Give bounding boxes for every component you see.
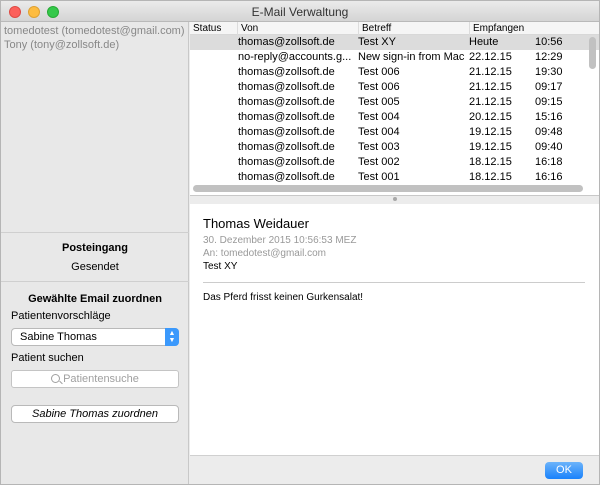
row-subject: Test 003 bbox=[358, 141, 400, 153]
search-icon bbox=[51, 374, 61, 383]
row-date: 18.12.15 bbox=[469, 156, 512, 168]
row-date: 22.12.15 bbox=[469, 51, 512, 63]
row-subject: Test 001 bbox=[358, 171, 400, 183]
row-from: thomas@zollsoft.de bbox=[238, 171, 335, 183]
table-horizontal-scrollbar[interactable] bbox=[193, 185, 583, 192]
row-date: Heute bbox=[469, 36, 499, 48]
table-row[interactable]: thomas@zollsoft.de Test 002 18.12.15 16:… bbox=[190, 155, 599, 170]
sidebar-divider bbox=[1, 232, 189, 233]
assign-section-title: Gewählte Email zuordnen bbox=[28, 293, 162, 305]
table-row[interactable]: thomas@zollsoft.de Test 004 20.12.15 15:… bbox=[190, 110, 599, 125]
row-date: 20.12.15 bbox=[469, 111, 512, 123]
assign-patient-button[interactable]: Sabine Thomas zuordnen bbox=[11, 405, 179, 423]
sidebar: tomedotest (tomedotest@gmail.com) Tony (… bbox=[1, 22, 189, 484]
row-time: 16:18 bbox=[535, 156, 563, 168]
row-time: 09:48 bbox=[535, 126, 563, 138]
row-date: 21.12.15 bbox=[469, 96, 512, 108]
title-bar: E-Mail Verwaltung bbox=[1, 1, 599, 22]
account-item-tony[interactable]: Tony (tony@zollsoft.de) bbox=[4, 39, 119, 51]
row-time: 19:30 bbox=[535, 66, 563, 78]
row-from: thomas@zollsoft.de bbox=[238, 126, 335, 138]
footer-bar: OK bbox=[190, 455, 599, 484]
table-header: Status Von Betreff Empfangen bbox=[190, 22, 599, 35]
row-time: 16:16 bbox=[535, 171, 563, 183]
row-from: thomas@zollsoft.de bbox=[238, 81, 335, 93]
row-subject: Test 006 bbox=[358, 66, 400, 78]
column-header-subject[interactable]: Betreff bbox=[358, 22, 469, 35]
email-table: Status Von Betreff Empfangen thomas@zoll… bbox=[190, 22, 599, 196]
row-subject: Test XY bbox=[358, 36, 396, 48]
row-time: 12:29 bbox=[535, 51, 563, 63]
row-date: 21.12.15 bbox=[469, 81, 512, 93]
row-subject: New sign-in from Mac bbox=[358, 51, 465, 63]
row-subject: Test 004 bbox=[358, 126, 400, 138]
row-date: 19.12.15 bbox=[469, 126, 512, 138]
sidebar-divider bbox=[1, 281, 189, 282]
row-subject: Test 006 bbox=[358, 81, 400, 93]
patient-search-input[interactable]: Patientensuche bbox=[11, 370, 179, 388]
row-time: 15:16 bbox=[535, 111, 563, 123]
row-from: no-reply@accounts.g... bbox=[238, 51, 352, 63]
ok-button[interactable]: OK bbox=[545, 462, 583, 479]
suggestions-label: Patientenvorschläge bbox=[11, 310, 111, 322]
column-header-status[interactable]: Status bbox=[190, 22, 237, 35]
row-subject: Test 004 bbox=[358, 111, 400, 123]
table-row[interactable]: thomas@zollsoft.de Test 006 21.12.15 19:… bbox=[190, 65, 599, 80]
preview-body: Das Pferd frisst keinen Gurkensalat! bbox=[203, 292, 364, 303]
row-time: 09:15 bbox=[535, 96, 563, 108]
table-row[interactable]: thomas@zollsoft.de Test 003 19.12.15 09:… bbox=[190, 140, 599, 155]
patient-search-placeholder: Patientensuche bbox=[63, 373, 139, 385]
row-date: 18.12.15 bbox=[469, 171, 512, 183]
row-from: thomas@zollsoft.de bbox=[238, 141, 335, 153]
preview-recipient: An: tomedotest@gmail.com bbox=[203, 248, 326, 259]
table-row[interactable]: thomas@zollsoft.de Test 006 21.12.15 09:… bbox=[190, 80, 599, 95]
row-date: 19.12.15 bbox=[469, 141, 512, 153]
preview-sender: Thomas Weidauer bbox=[203, 216, 309, 231]
row-subject: Test 002 bbox=[358, 156, 400, 168]
row-time: 09:17 bbox=[535, 81, 563, 93]
patient-suggestion-value: Sabine Thomas bbox=[20, 331, 97, 343]
row-from: thomas@zollsoft.de bbox=[238, 156, 335, 168]
folder-sent[interactable]: Gesendet bbox=[1, 261, 189, 273]
email-preview: Thomas Weidauer 30. Dezember 2015 10:56:… bbox=[190, 204, 599, 455]
table-row[interactable]: thomas@zollsoft.de Test XY Heute 10:56 bbox=[190, 35, 599, 50]
updown-chevron-icon: ▲ ▼ bbox=[165, 328, 179, 346]
row-subject: Test 005 bbox=[358, 96, 400, 108]
column-header-from[interactable]: Von bbox=[237, 22, 358, 35]
table-rows: thomas@zollsoft.de Test XY Heute 10:56 n… bbox=[190, 35, 599, 185]
account-item-tomedotest[interactable]: tomedotest (tomedotest@gmail.com) bbox=[4, 25, 185, 37]
row-from: thomas@zollsoft.de bbox=[238, 36, 335, 48]
table-vertical-scrollbar[interactable] bbox=[589, 37, 596, 69]
table-row[interactable]: no-reply@accounts.g... New sign-in from … bbox=[190, 50, 599, 65]
row-from: thomas@zollsoft.de bbox=[238, 66, 335, 78]
window-title: E-Mail Verwaltung bbox=[251, 5, 349, 19]
patient-suggestions-select[interactable]: Sabine Thomas ▲ ▼ bbox=[11, 328, 179, 346]
folder-inbox[interactable]: Posteingang bbox=[1, 242, 189, 254]
column-header-received[interactable]: Empfangen bbox=[469, 22, 599, 35]
row-from: thomas@zollsoft.de bbox=[238, 96, 335, 108]
row-from: thomas@zollsoft.de bbox=[238, 111, 335, 123]
preview-subject: Test XY bbox=[203, 261, 238, 272]
patient-search-label: Patient suchen bbox=[11, 352, 84, 364]
table-row[interactable]: thomas@zollsoft.de Test 004 19.12.15 09:… bbox=[190, 125, 599, 140]
preview-divider bbox=[203, 282, 585, 283]
table-row[interactable]: thomas@zollsoft.de Test 001 18.12.15 16:… bbox=[190, 170, 599, 185]
table-row[interactable]: thomas@zollsoft.de Test 005 21.12.15 09:… bbox=[190, 95, 599, 110]
preview-date: 30. Dezember 2015 10:56:53 MEZ bbox=[203, 235, 357, 246]
row-date: 21.12.15 bbox=[469, 66, 512, 78]
row-time: 10:56 bbox=[535, 36, 563, 48]
email-window: E-Mail Verwaltung tomedotest (tomedotest… bbox=[0, 0, 600, 485]
row-time: 09:40 bbox=[535, 141, 563, 153]
split-view-handle[interactable] bbox=[393, 197, 397, 201]
